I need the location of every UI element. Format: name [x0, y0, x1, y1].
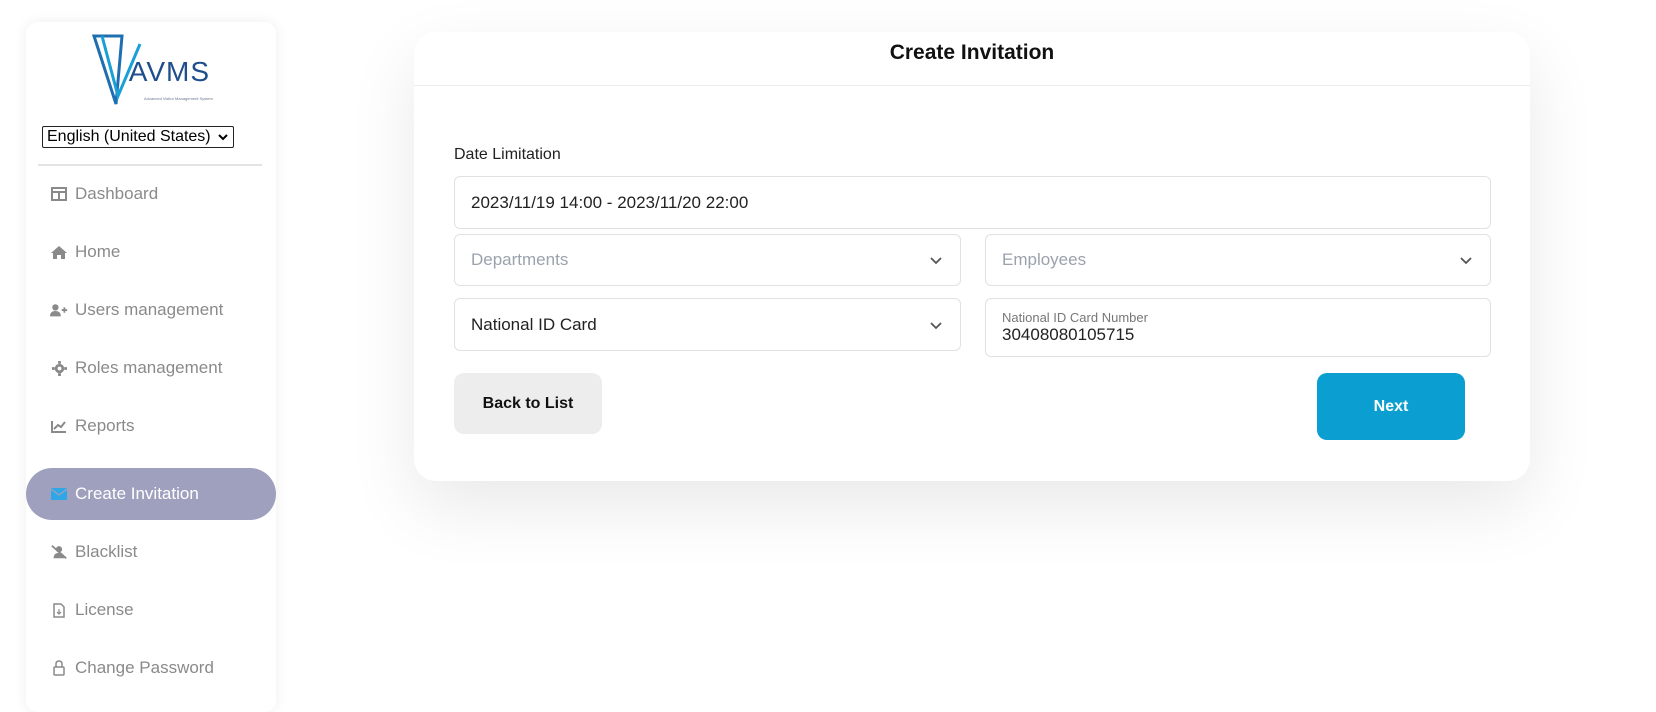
sidebar-item-blacklist[interactable]: Blacklist	[26, 526, 276, 578]
chevron-down-icon	[1460, 257, 1472, 265]
sidebar-item-label: Blacklist	[75, 542, 138, 561]
departments-placeholder: Departments	[471, 250, 569, 269]
departments-select[interactable]: Departments	[454, 234, 961, 286]
id-number-value: 30408080105715	[1002, 325, 1135, 344]
app-logo: AVMS Advanced Visitor Management System	[88, 34, 213, 108]
user-plus-icon	[50, 301, 68, 319]
language-select[interactable]: English (United States)	[42, 126, 234, 148]
sidebar-item-label: Reports	[75, 416, 135, 435]
chevron-down-icon	[930, 257, 942, 265]
sidebar-item-label: Create Invitation	[75, 484, 199, 503]
dashboard-icon	[50, 185, 68, 203]
sidebar-item-change-password[interactable]: Change Password	[26, 642, 276, 694]
chevron-down-icon	[218, 134, 228, 141]
employees-select[interactable]: Employees	[985, 234, 1491, 286]
sidebar-item-users-management[interactable]: Users management	[26, 284, 276, 336]
lock-icon	[50, 659, 68, 677]
sidebar-item-create-invitation[interactable]: Create Invitation	[26, 468, 276, 520]
language-value: English (United States)	[47, 128, 211, 145]
sidebar-item-license[interactable]: License	[26, 584, 276, 636]
sidebar-item-roles-management[interactable]: Roles management	[26, 342, 276, 394]
next-button[interactable]: Next	[1317, 373, 1465, 440]
id-number-input[interactable]: National ID Card Number 30408080105715	[985, 298, 1491, 357]
user-slash-icon	[50, 543, 68, 561]
id-type-select[interactable]: National ID Card	[454, 298, 961, 351]
logo-text: AVMS	[128, 56, 210, 87]
date-range-value: 2023/11/19 14:00 - 2023/11/20 22:00	[471, 192, 749, 212]
logo-subtitle: Advanced Visitor Management System	[144, 96, 213, 101]
sidebar-item-label: Users management	[75, 300, 224, 319]
sidebar-item-dashboard[interactable]: Dashboard	[26, 168, 276, 220]
sidebar-item-reports[interactable]: Reports	[26, 400, 276, 452]
gear-icon	[50, 359, 68, 377]
envelope-icon	[50, 485, 68, 503]
date-limitation-label: Date Limitation	[454, 146, 561, 163]
chart-line-icon	[50, 417, 68, 435]
date-range-input[interactable]: 2023/11/19 14:00 - 2023/11/20 22:00	[454, 176, 1491, 229]
sidebar-item-label: Dashboard	[75, 184, 159, 203]
sidebar-item-home[interactable]: Home	[26, 226, 276, 278]
sidebar-item-label: License	[75, 600, 134, 619]
id-number-label: National ID Card Number	[1002, 310, 1148, 325]
page-title: Create Invitation	[414, 32, 1530, 86]
home-icon	[50, 243, 68, 261]
sidebar: AVMS Advanced Visitor Management System …	[26, 22, 276, 712]
create-invitation-card: Create Invitation Date Limitation 2023/1…	[414, 32, 1530, 481]
sidebar-divider	[38, 164, 262, 166]
id-type-value: National ID Card	[471, 314, 597, 334]
employees-placeholder: Employees	[1002, 250, 1087, 269]
sidebar-item-label: Home	[75, 242, 121, 261]
sidebar-item-label: Roles management	[75, 358, 223, 377]
file-icon	[50, 601, 68, 619]
back-to-list-button[interactable]: Back to List	[454, 373, 602, 434]
chevron-down-icon	[930, 321, 942, 329]
sidebar-item-label: Change Password	[75, 658, 214, 677]
